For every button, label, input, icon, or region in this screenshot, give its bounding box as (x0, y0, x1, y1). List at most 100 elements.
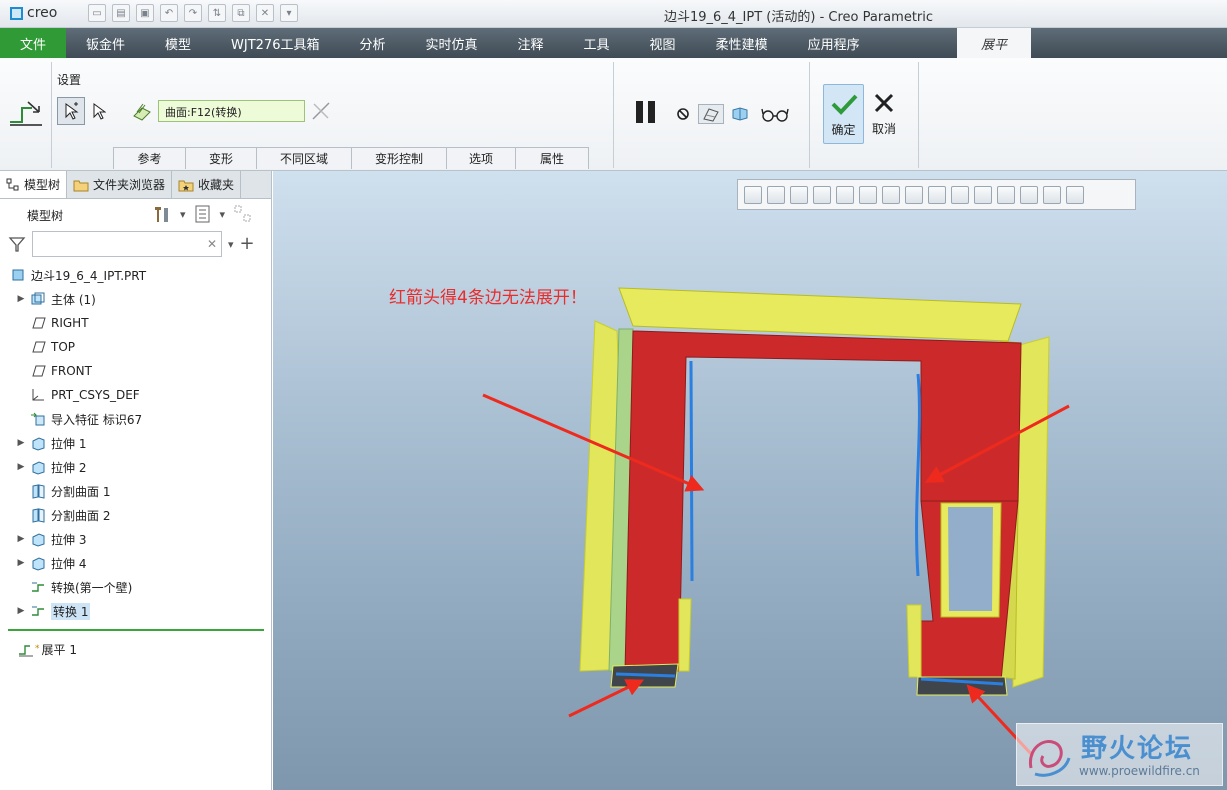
pause-button[interactable] (636, 101, 655, 123)
expand-arrow-icon[interactable]: ▶ (16, 534, 26, 544)
auto-select-icon (65, 102, 79, 120)
ok-button[interactable]: 确定 (823, 84, 864, 144)
tree-node-label: 分割曲面 2 (51, 508, 111, 523)
dashboard-subtabs: 参考 变形 不同区域 变形控制 选项 属性 (113, 147, 589, 169)
feature-preview-icon (732, 107, 748, 121)
insert-here-indicator[interactable] (8, 629, 264, 631)
tab-tools[interactable]: 工具 (564, 28, 630, 58)
checkmark-icon (831, 94, 857, 115)
tab-analysis[interactable]: 分析 (339, 28, 405, 58)
chevron-down-icon[interactable]: ▾ (180, 208, 186, 221)
tab-flexible-modeling[interactable]: 柔性建模 (696, 28, 788, 58)
watermark-title: 野火论坛 (1081, 734, 1194, 764)
extrude-icon (32, 461, 45, 475)
expand-arrow-icon[interactable]: ▶ (16, 462, 26, 472)
tree-node[interactable]: PRT_CSYS_DEF (0, 383, 271, 407)
tab-folder-browser[interactable]: 文件夹浏览器 (67, 171, 173, 198)
expand-arrow-icon[interactable]: ▶ (16, 606, 26, 616)
graphics-window[interactable]: 红箭头得4条边无法展开！ 野火论坛 www.proewildfire.cn (273, 171, 1227, 790)
tree-node[interactable]: ▶ 主体 (1) (0, 287, 271, 311)
tree-node-label: 拉伸 3 (51, 532, 87, 547)
no-preview-icon (677, 108, 689, 120)
tree-node[interactable]: 边斗19_6_4_IPT.PRT (0, 263, 271, 287)
tree-node[interactable]: ▶ 拉伸 3 (0, 527, 271, 551)
convert-icon (32, 606, 44, 616)
new-feature-star-icon: * (35, 644, 40, 654)
split-surface-icon (32, 484, 45, 499)
csys-icon (32, 389, 44, 401)
add-filter-icon[interactable]: + (240, 235, 255, 253)
tree-node[interactable]: ▶ 拉伸 1 (0, 431, 271, 455)
flatten-feature-icon (10, 101, 42, 126)
auto-select-button[interactable] (57, 97, 85, 125)
chevron-down-icon[interactable]: ▾ (220, 208, 226, 221)
window-title: 边斗19_6_4_IPT (活动的) - Creo Parametric (663, 10, 934, 25)
tab-realtime-sim[interactable]: 实时仿真 (406, 28, 498, 58)
tree-node-label: 展平 1 (41, 642, 77, 657)
show-settings-icon[interactable] (194, 204, 212, 224)
verify-mode-button[interactable] (760, 104, 790, 124)
unflattened-edge (689, 360, 694, 582)
subtab-properties[interactable]: 属性 (515, 147, 589, 169)
clear-search-icon[interactable]: ✕ (207, 237, 217, 251)
tree-node[interactable]: 分割曲面 1 (0, 479, 271, 503)
model-tree-toolbar: ▾ ▾ (152, 204, 253, 224)
cancel-label: 取消 (871, 122, 896, 136)
surface-reference-field[interactable]: 曲面:F12(转换) (158, 100, 305, 122)
tree-node[interactable]: ▶ 转换 1 (0, 599, 271, 623)
subtab-references[interactable]: 参考 (113, 147, 186, 169)
tree-node[interactable]: ▶ 拉伸 2 (0, 455, 271, 479)
tab-applications[interactable]: 应用程序 (788, 28, 880, 58)
tree-node[interactable]: RIGHT (0, 311, 271, 335)
tab-favorites[interactable]: 收藏夹 (172, 171, 242, 198)
filter-funnel-icon[interactable] (8, 235, 26, 253)
tab-wjt-toolbox[interactable]: WJT276工具箱 (211, 28, 339, 58)
expand-arrow-icon[interactable]: ▶ (16, 294, 26, 304)
tab-view[interactable]: 视图 (630, 28, 696, 58)
ribbon-tab-bar: 文件 钣金件 模型 WJT276工具箱 分析 实时仿真 注释 工具 视图 柔性建… (0, 28, 1227, 58)
right-lower-tab (906, 604, 922, 678)
tree-filter-grid-icon[interactable] (233, 204, 253, 224)
tools-hammer-icon[interactable] (152, 204, 172, 224)
tree-search-input[interactable]: ✕ (32, 231, 222, 257)
subtab-options[interactable]: 选项 (446, 147, 516, 169)
tab-model-tree[interactable]: 模型树 (0, 171, 68, 198)
separator (51, 62, 52, 168)
tab-file[interactable]: 文件 (0, 28, 66, 58)
tree-node[interactable]: ▶ 拉伸 4 (0, 551, 271, 575)
tree-node-flatten[interactable]: * 展平 1 (14, 637, 77, 661)
feature-preview-button[interactable] (729, 104, 751, 124)
tree-node[interactable]: 转换(第一个壁) (0, 575, 271, 599)
tree-node-label: 分割曲面 1 (51, 484, 111, 499)
close-icon (874, 93, 894, 113)
tree-node[interactable]: TOP (0, 335, 271, 359)
subtab-deformation-control[interactable]: 变形控制 (351, 147, 447, 169)
tree-node[interactable]: 导入特征 标识67 (0, 407, 271, 431)
tab-sheetmetal[interactable]: 钣金件 (66, 28, 145, 58)
chevron-down-icon[interactable]: ▾ (228, 238, 234, 251)
sheetmetal-model-view (482, 287, 1070, 758)
tab-model[interactable]: 模型 (145, 28, 211, 58)
manual-select-button[interactable] (88, 97, 110, 125)
tree-node[interactable]: 分割曲面 2 (0, 503, 271, 527)
no-preview-button[interactable] (676, 104, 690, 124)
tree-node-label: 转换(第一个壁) (51, 580, 133, 595)
expand-arrow-icon[interactable]: ▶ (16, 558, 26, 568)
extrude-icon (32, 533, 45, 547)
subtab-different-areas[interactable]: 不同区域 (256, 147, 352, 169)
expand-arrow-icon[interactable]: ▶ (16, 438, 26, 448)
tree-node-label: 转换 1 (51, 602, 91, 620)
tree-node-label: RIGHT (51, 316, 89, 330)
tree-node-label: 主体 (1) (51, 292, 96, 307)
tab-model-tree-label: 模型树 (24, 178, 61, 192)
cancel-button[interactable]: 取消 (866, 84, 902, 144)
tab-annotate[interactable]: 注释 (498, 28, 564, 58)
clear-reference-icon[interactable] (309, 99, 333, 123)
tab-favorites-label: 收藏夹 (198, 178, 235, 192)
tab-flatten[interactable]: 展平 (957, 28, 1031, 58)
import-icon (31, 412, 45, 426)
subtab-deformation[interactable]: 变形 (185, 147, 257, 169)
geometry-preview-button[interactable] (698, 104, 724, 124)
tree-node[interactable]: FRONT (0, 359, 271, 383)
glasses-icon (761, 108, 789, 122)
